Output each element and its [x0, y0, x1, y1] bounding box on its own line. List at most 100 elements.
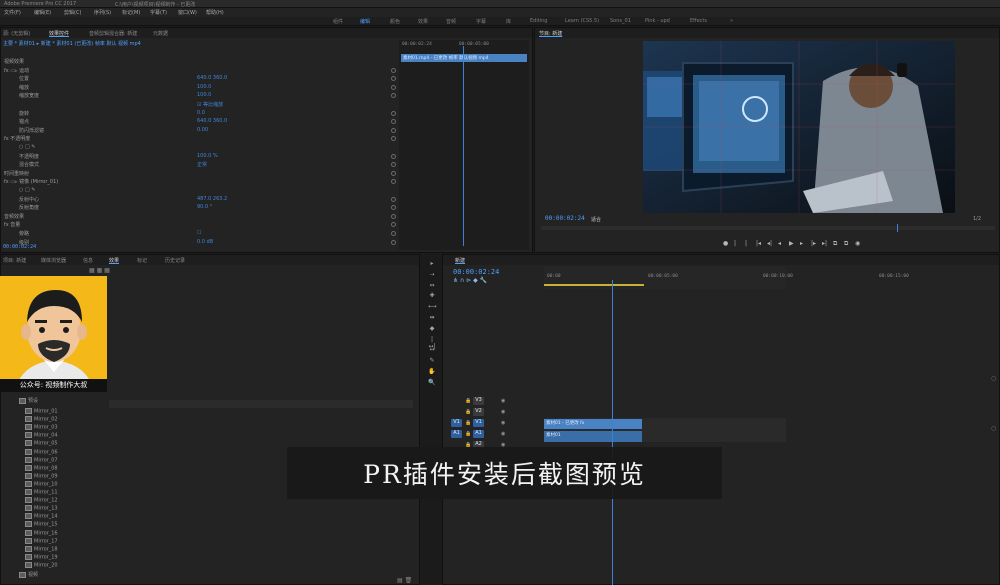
preset-folder[interactable]: 预设 [19, 397, 38, 404]
menu-sequence[interactable]: 序列(S) [94, 9, 111, 16]
reset-icon[interactable] [391, 231, 396, 236]
lock-icon[interactable]: 🔒 [465, 398, 471, 404]
list-item[interactable]: Mirror_16 [25, 530, 58, 536]
workspace-tab[interactable]: 字幕 [476, 18, 486, 25]
menu-help[interactable]: 帮助(H) [206, 9, 224, 16]
tab-effect-controls[interactable]: 效果控件 [49, 30, 69, 37]
mini-playhead[interactable] [463, 46, 464, 246]
reset-icon[interactable] [391, 179, 396, 185]
tool-icon[interactable]: 🔍 [428, 379, 436, 386]
transport-button[interactable]: ⧉ [833, 240, 837, 248]
menu-file[interactable]: 文件(F) [4, 9, 21, 16]
list-item[interactable]: Mirror_03 [25, 424, 58, 431]
transport-button[interactable]: ◉ [855, 240, 860, 247]
tool-icon[interactable]: ◆ [428, 325, 436, 332]
list-item[interactable]: Mirror_09 [25, 473, 58, 479]
reset-icon[interactable] [391, 110, 396, 116]
workspace-tab[interactable]: 效果 [418, 18, 428, 25]
effect-property-value[interactable]: 100.0 [197, 84, 211, 90]
tab-source[interactable]: 源: (无剪辑) [3, 30, 30, 37]
reset-icon[interactable] [391, 239, 396, 245]
menu-clip[interactable]: 剪辑(C) [64, 9, 81, 16]
transport-button[interactable]: ▶ [789, 240, 794, 247]
transport-button[interactable]: |▸ [811, 240, 816, 247]
tool-icon[interactable]: ⟷ [428, 303, 437, 310]
program-scrubber[interactable] [541, 226, 995, 230]
workspace-tab[interactable]: 组件 [333, 18, 343, 25]
scroll-indicator-icon[interactable]: ○ [991, 375, 996, 382]
list-item[interactable]: Mirror_04 [25, 432, 58, 439]
reset-icon[interactable] [391, 84, 396, 90]
list-item[interactable]: Mirror_15 [25, 521, 58, 528]
tab-sequence[interactable]: 新建 [455, 257, 465, 264]
menu-marker[interactable]: 标记(M) [122, 9, 140, 16]
tab-metadata[interactable]: 元数据 [153, 30, 168, 37]
tool-icon[interactable]: |↔| [428, 336, 436, 350]
list-item[interactable]: Mirror_20 [25, 562, 58, 568]
timeline-playhead[interactable] [612, 280, 613, 585]
video-clip[interactable]: 素材01 - 已更改 fx [544, 419, 642, 429]
resolution-dropdown[interactable]: 1/2 [973, 216, 981, 222]
track-name[interactable]: V1 [473, 419, 484, 427]
reset-icon[interactable] [391, 119, 396, 125]
transport-button[interactable]: ⧉ [844, 240, 848, 248]
list-item[interactable]: Mirror_17 [25, 538, 58, 544]
snap-icon[interactable]: ⋔ ∩ ⊳ ◆ 🔧 [453, 277, 487, 284]
source-patch[interactable]: V1 [451, 419, 462, 427]
list-item[interactable]: Mirror_06 [25, 449, 58, 455]
program-playhead[interactable] [897, 224, 898, 232]
transport-button[interactable]: | [745, 240, 747, 247]
tab-media-browser[interactable]: 媒体浏览器 [41, 257, 66, 264]
chevron-right-icon[interactable]: » [730, 18, 733, 24]
list-item[interactable]: Mirror_13 [25, 505, 58, 512]
tool-icon[interactable]: ⇢ [428, 271, 436, 278]
workspace-tab[interactable]: Learn (CS5.5) [565, 18, 599, 24]
effect-property-value[interactable]: 640.0 360.0 [197, 75, 227, 81]
workspace-tab[interactable]: Effects [690, 18, 707, 24]
mini-clip[interactable]: 素材01.mp4 - 已更改 帧率 默认视频 mp4 [401, 54, 527, 62]
workspace-tab[interactable]: 音频 [446, 18, 456, 25]
menu-title[interactable]: 字幕(T) [150, 9, 167, 16]
reset-icon[interactable] [391, 196, 396, 202]
tab-history[interactable]: 历史记录 [165, 257, 185, 264]
effect-property-value[interactable]: 487.0 263.2 [197, 196, 227, 202]
effect-property-value[interactable]: 0.00 [197, 127, 208, 133]
lock-icon[interactable]: 🔒 [465, 431, 471, 437]
effect-property-value[interactable]: 0.0 [197, 110, 205, 116]
work-area-bar[interactable] [544, 284, 644, 286]
list-item[interactable]: Mirror_11 [25, 489, 58, 496]
tool-icon[interactable]: ↔ [428, 346, 436, 353]
list-item[interactable]: Mirror_02 [25, 416, 58, 423]
tab-markers[interactable]: 标记 [137, 257, 147, 264]
workspace-tab-active[interactable]: 编辑 [360, 18, 370, 25]
lock-icon[interactable]: 🔒 [465, 409, 471, 415]
reset-icon[interactable] [391, 76, 396, 82]
reset-icon[interactable] [391, 67, 396, 73]
reset-icon[interactable] [391, 213, 396, 219]
reset-icon[interactable] [391, 127, 396, 133]
menu-window[interactable]: 窗口(W) [178, 9, 197, 16]
list-item[interactable]: Mirror_19 [25, 554, 58, 560]
list-item[interactable]: Mirror_01 [25, 408, 58, 415]
track-name[interactable]: V2 [473, 408, 484, 416]
tab-effects[interactable]: 效果 [109, 257, 119, 264]
workspace-tab[interactable]: Pink - upd [645, 18, 670, 24]
tool-icon[interactable]: ✋ [428, 368, 436, 375]
list-item[interactable]: Mirror_14 [25, 513, 58, 520]
transport-button[interactable]: |◂ [756, 240, 761, 247]
tool-icon[interactable]: ⇹ [428, 314, 436, 321]
effect-property-value[interactable]: 正常 [197, 161, 207, 168]
tool-icon[interactable]: ✎ [428, 357, 436, 364]
new-item-icon[interactable]: ▤ 🗑 [397, 577, 412, 584]
effect-property-value[interactable]: 0.0 dB [197, 239, 213, 245]
list-item[interactable]: Mirror_05 [25, 440, 58, 447]
visibility-icon[interactable]: ◉ [501, 420, 505, 426]
new-bin-icon[interactable]: ▦ ▦ ▦ [89, 267, 110, 274]
tab-program[interactable]: 节目: 新建 [539, 30, 562, 37]
track-name[interactable]: A1 [473, 430, 484, 438]
list-item[interactable]: Mirror_12 [25, 497, 58, 504]
tool-icon[interactable]: ⇔ [428, 282, 436, 289]
reset-icon[interactable] [391, 162, 396, 168]
tool-icon[interactable]: ✚ [428, 292, 436, 299]
source-patch[interactable]: A1 [451, 430, 462, 438]
